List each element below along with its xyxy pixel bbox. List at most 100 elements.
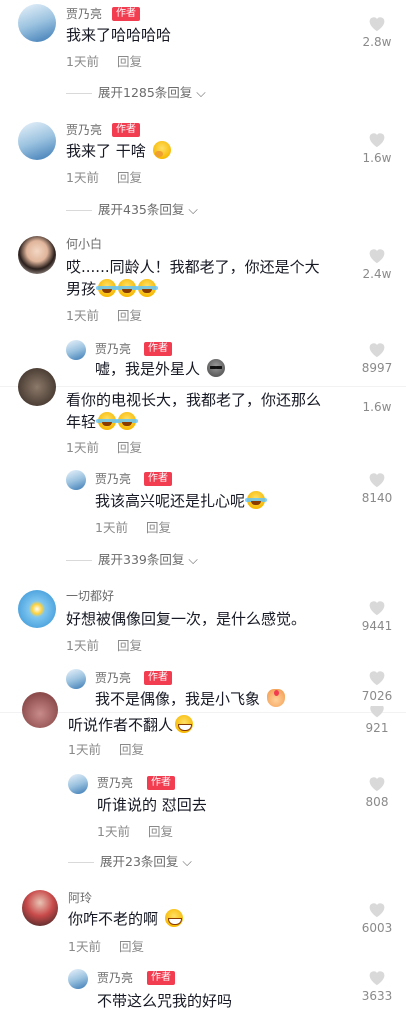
- avatar[interactable]: [18, 4, 56, 42]
- reply-button[interactable]: 回复: [119, 939, 144, 954]
- comment-meta: 1天前 回复: [68, 939, 144, 955]
- reply-button[interactable]: 回复: [148, 824, 173, 839]
- reply-button[interactable]: 回复: [146, 520, 171, 535]
- comment-text: 我来了 干啥: [66, 140, 171, 162]
- expand-replies-label: 展开1285条回复: [98, 85, 193, 100]
- reply-button[interactable]: 回复: [117, 170, 142, 185]
- rofl-emoji: [245, 491, 268, 509]
- reply-button[interactable]: 回复: [117, 54, 142, 69]
- comment-meta: 1天前 回复: [97, 824, 173, 840]
- comment-author[interactable]: 贾乃亮: [95, 670, 131, 686]
- rofl-emoji: [116, 412, 139, 430]
- comment-item: 何小白 哎......同龄人！我都老了，你还是个大 男孩 1天前 回复 2.4w: [0, 232, 406, 332]
- reply-button[interactable]: 回复: [119, 742, 144, 757]
- heart-icon: [369, 971, 385, 986]
- like-count: 1.6w: [362, 400, 392, 414]
- like-button[interactable]: 2.4w: [354, 246, 400, 281]
- comment-item: 贾乃亮 作者 我来了哈哈哈哈 1天前 回复 展开1285条回复 ⌵ 2.8w: [0, 0, 406, 108]
- like-button[interactable]: 8140: [354, 470, 400, 505]
- laughing-crying-emoji: [116, 279, 139, 297]
- avatar[interactable]: [18, 122, 56, 160]
- comment-time: 1天前: [95, 520, 128, 535]
- comment-author[interactable]: 阿玲: [68, 890, 92, 906]
- avatar[interactable]: [66, 470, 86, 490]
- comment-meta: 1天前 回复: [66, 308, 142, 324]
- like-count: 8997: [361, 361, 393, 375]
- comment-time: 1天前: [66, 170, 99, 185]
- like-count: 2.8w: [362, 35, 392, 49]
- comment-time: 1天前: [66, 308, 99, 323]
- comment-time: 1天前: [66, 440, 99, 455]
- reply-button[interactable]: 回复: [117, 440, 142, 455]
- expand-replies-button[interactable]: 展开435条回复 ⌵: [66, 202, 198, 218]
- comment-author[interactable]: 贾乃亮: [66, 122, 102, 138]
- comment-author[interactable]: 贾乃亮: [97, 970, 133, 986]
- chevron-down-icon: ⌵: [178, 854, 192, 869]
- author-badge: 作者: [147, 971, 175, 985]
- comment-text: 好想被偶像回复一次，是什么感觉。: [66, 610, 307, 628]
- comment-text: 我该高兴呢还是扎心呢: [95, 490, 268, 512]
- reply-item: 贾乃亮 作者 不带这么咒我的好吗 3633: [0, 966, 406, 1013]
- avatar[interactable]: [22, 890, 58, 926]
- like-button[interactable]: 2.8w: [354, 14, 400, 49]
- comment-meta: 1天前 回复: [68, 742, 144, 758]
- comment-item: 看你的电视长大，我都老了，你还那么 年轻 1天前 回复 1.6w: [0, 368, 406, 458]
- comment-author[interactable]: 贾乃亮: [95, 341, 131, 357]
- avatar[interactable]: [18, 368, 56, 406]
- comment-meta: 1天前 回复: [95, 520, 171, 536]
- expand-replies-button[interactable]: 展开1285条回复 ⌵: [66, 85, 206, 101]
- heart-icon: [369, 249, 385, 264]
- reply-item: 贾乃亮 作者 听谁说的 怼回去 1天前 回复 展开23条回复 ⌵ 808: [0, 770, 406, 874]
- avatar[interactable]: [68, 774, 88, 794]
- comment-author[interactable]: 一切都好: [66, 588, 114, 604]
- comment-text: 你咋不老的啊: [68, 908, 183, 930]
- like-count: 6003: [361, 921, 393, 935]
- chevron-down-icon: ⌵: [184, 552, 198, 567]
- like-count: 7026: [361, 689, 393, 703]
- comment-item: 一切都好 好想被偶像回复一次，是什么感觉。 1天前 回复 9441: [0, 586, 406, 658]
- author-badge: 作者: [144, 671, 172, 685]
- comment-author[interactable]: 贾乃亮: [66, 6, 102, 22]
- comment-author[interactable]: 贾乃亮: [97, 775, 133, 791]
- like-button[interactable]: 808: [354, 774, 400, 809]
- heart-icon: [369, 17, 385, 32]
- expand-replies-button[interactable]: 展开339条回复 ⌵: [66, 552, 198, 568]
- laughing-crying-emoji: [96, 279, 119, 297]
- avatar[interactable]: [68, 969, 88, 989]
- like-count: 921: [365, 721, 389, 735]
- comment-meta: 1天前 回复: [66, 440, 142, 456]
- rofl-emoji: [96, 412, 119, 430]
- grin-emoji: [164, 909, 183, 927]
- avatar[interactable]: [66, 669, 86, 689]
- like-button[interactable]: 6003: [354, 900, 400, 935]
- like-count: 8140: [361, 491, 393, 505]
- like-button[interactable]: 3633: [354, 968, 400, 1003]
- comment-text: 听说作者不翻人: [68, 714, 194, 736]
- comment-author[interactable]: 贾乃亮: [95, 471, 131, 487]
- like-button[interactable]: 8997: [354, 340, 400, 375]
- reply-button[interactable]: 回复: [117, 308, 142, 323]
- avatar[interactable]: [22, 692, 58, 728]
- comment-text: 我不是偶像，我是小飞象: [95, 688, 285, 710]
- avatar[interactable]: [18, 236, 56, 274]
- grin-emoji: [175, 715, 194, 733]
- avatar[interactable]: [18, 590, 56, 628]
- comment-author[interactable]: 何小白: [66, 236, 102, 252]
- comment-text: 听谁说的 怼回去: [97, 796, 207, 814]
- avatar[interactable]: [66, 340, 86, 360]
- reply-item: 贾乃亮 作者 我不是偶像，我是小飞象 7026: [0, 666, 406, 712]
- like-count: 2.4w: [362, 267, 392, 281]
- like-button[interactable]: 1.6w: [354, 386, 400, 414]
- chevron-down-icon: ⌵: [184, 202, 198, 217]
- comment-text: 哎......同龄人！我都老了，你还是个大 男孩: [66, 258, 320, 298]
- expand-replies-button[interactable]: 展开23条回复 ⌵: [68, 854, 192, 870]
- like-button[interactable]: 9441: [354, 598, 400, 633]
- like-button[interactable]: 1.6w: [354, 130, 400, 165]
- heart-icon: [369, 903, 385, 918]
- author-badge: 作者: [144, 472, 172, 486]
- comment-item: 阿玲 你咋不老的啊 1天前 回复 6003: [0, 886, 406, 958]
- reply-button[interactable]: 回复: [117, 638, 142, 653]
- like-button[interactable]: 921: [354, 706, 400, 735]
- like-button[interactable]: 7026: [354, 668, 400, 703]
- hand-emoji: [266, 689, 285, 707]
